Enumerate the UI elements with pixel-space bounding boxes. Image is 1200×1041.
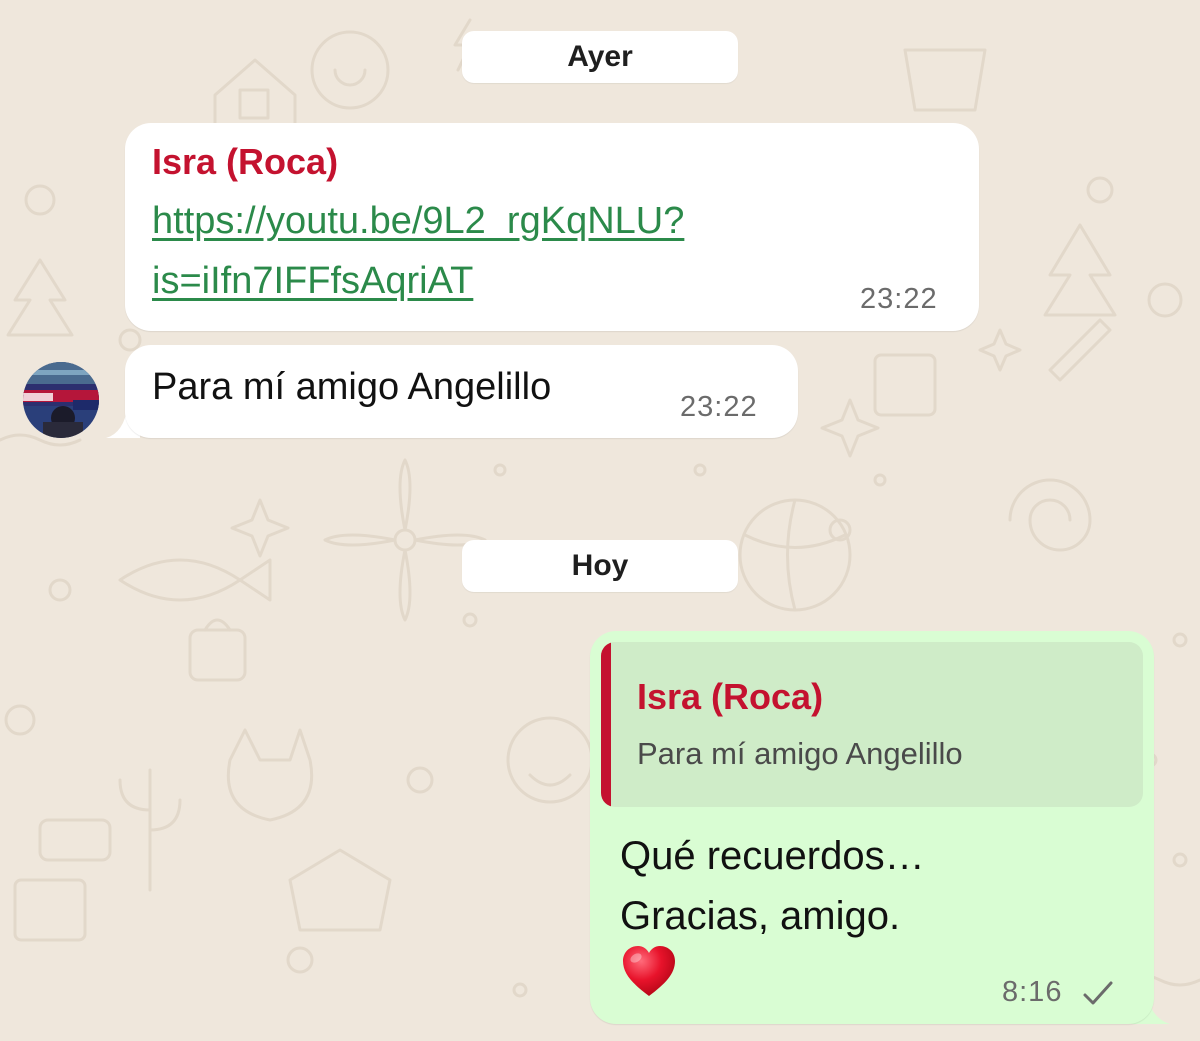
youtube-link-line2[interactable]: is=iIfn7IFFfsAqriAT [152, 251, 473, 311]
sender-name[interactable]: Isra (Roca) [152, 141, 338, 183]
reply-text-line1: Qué recuerdos… [620, 834, 925, 878]
youtube-link-line1[interactable]: https://youtu.be/9L2_rgKqNLU? [152, 191, 684, 251]
message-text: Para mí amigo Angelillo [152, 366, 552, 408]
contact-avatar[interactable] [23, 362, 99, 438]
message-timestamp: 23:22 [680, 391, 758, 423]
message-timestamp: 8:16 [1002, 976, 1063, 1008]
heart-emoji-icon [623, 946, 675, 996]
single-check-icon [1083, 981, 1113, 1005]
reply-text-line2: Gracias, amigo. [620, 894, 901, 938]
date-divider-yesterday: Ayer [462, 31, 738, 83]
quoted-message-text: Para mí amigo Angelillo [637, 736, 963, 771]
quoted-sender-name: Isra (Roca) [637, 676, 824, 717]
date-divider-today: Hoy [462, 540, 738, 592]
quoted-message[interactable]: Isra (Roca) Para mí amigo Angelillo [601, 642, 1143, 807]
message-timestamp: 23:22 [860, 283, 938, 315]
reply-text: Qué recuerdos… Gracias, amigo. [620, 826, 925, 946]
quote-accent-bar [601, 642, 611, 807]
